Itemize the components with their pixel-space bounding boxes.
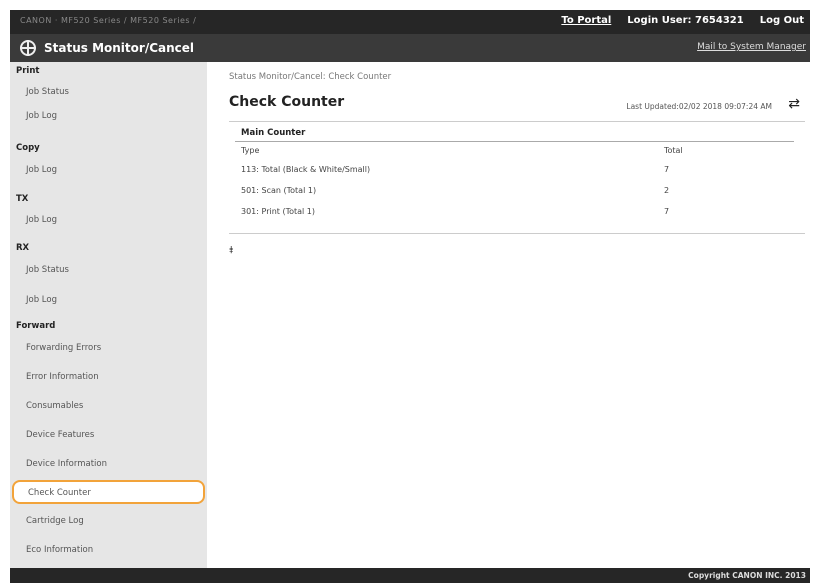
column-header-total: Total: [664, 146, 683, 155]
back-to-top-icon[interactable]: ⯒: [229, 243, 233, 260]
sidebar-section-copy: Copy: [16, 143, 40, 153]
sidebar-item-error-information[interactable]: Error Information: [10, 365, 207, 389]
sidebar-item-print-job-log[interactable]: Job Log: [10, 104, 207, 128]
sidebar-section-print: Print: [16, 66, 40, 76]
logout-link[interactable]: Log Out: [760, 15, 804, 26]
app-header: Status Monitor/Cancel Mail to System Man…: [10, 34, 810, 62]
login-user-label: Login User: 7654321: [627, 15, 744, 26]
sidebar-section-rx: RX: [16, 243, 30, 253]
app-title: Status Monitor/Cancel: [44, 41, 195, 55]
sidebar-item-consumables[interactable]: Consumables: [10, 394, 207, 418]
divider: [229, 233, 805, 234]
breadcrumb: Status Monitor/Cancel: Check Counter: [229, 72, 392, 82]
column-header-type: Type: [241, 146, 260, 155]
counter-total: 7: [664, 165, 670, 174]
sidebar-item-check-counter[interactable]: Check Counter: [12, 480, 205, 504]
counter-total: 2: [664, 186, 670, 195]
sidebar-section-tx: TX: [16, 194, 29, 204]
sidebar-item-device-features[interactable]: Device Features: [10, 423, 207, 447]
to-portal-link[interactable]: To Portal: [561, 15, 611, 26]
sidebar-item-rx-job-status[interactable]: Job Status: [10, 258, 207, 282]
footer: Copyright CANON INC. 2013: [10, 568, 810, 583]
sidebar-item-device-information[interactable]: Device Information: [10, 452, 207, 476]
sidebar-item-eco-information[interactable]: Eco Information: [10, 538, 207, 562]
counter-total: 7: [664, 207, 670, 216]
sidebar-item-print-job-status[interactable]: Job Status: [10, 80, 207, 104]
sidebar-item-cartridge-log[interactable]: Cartridge Log: [10, 509, 207, 533]
copyright-text: Copyright CANON INC. 2013: [688, 571, 806, 580]
mail-system-manager-link[interactable]: Mail to System Manager: [697, 42, 806, 52]
table-row: 113: Total (Black & White/Small) 7: [241, 165, 794, 181]
main-content: Status Monitor/Cancel: Check Counter Che…: [207, 62, 810, 568]
status-monitor-icon: [20, 40, 36, 56]
table-header-row: Type Total: [241, 146, 794, 162]
divider: [235, 141, 794, 142]
table-row: 501: Scan (Total 1) 2: [241, 186, 794, 202]
main-counter-heading: Main Counter: [241, 128, 306, 138]
device-name: CANON · MF520 Series / MF520 Series /: [20, 16, 197, 25]
sidebar-item-tx-job-log[interactable]: Job Log: [10, 208, 207, 232]
top-bar: CANON · MF520 Series / MF520 Series / To…: [10, 10, 810, 34]
sidebar-item-forwarding-errors[interactable]: Forwarding Errors: [10, 336, 207, 360]
counter-type: 113: Total (Black & White/Small): [241, 165, 371, 174]
refresh-icon[interactable]: ⇄: [788, 96, 800, 112]
counter-type: 301: Print (Total 1): [241, 207, 316, 216]
divider: [229, 121, 805, 122]
sidebar-section-forward: Forward: [16, 321, 56, 331]
sidebar-item-copy-job-log[interactable]: Job Log: [10, 158, 207, 182]
sidebar: Print Job Status Job Log Copy Job Log TX…: [10, 62, 207, 568]
table-row: 301: Print (Total 1) 7: [241, 207, 794, 223]
page-title: Check Counter: [229, 94, 345, 110]
counter-type: 501: Scan (Total 1): [241, 186, 317, 195]
last-updated-text: Last Updated:02/02 2018 09:07:24 AM: [626, 102, 772, 111]
sidebar-item-rx-job-log[interactable]: Job Log: [10, 288, 207, 312]
